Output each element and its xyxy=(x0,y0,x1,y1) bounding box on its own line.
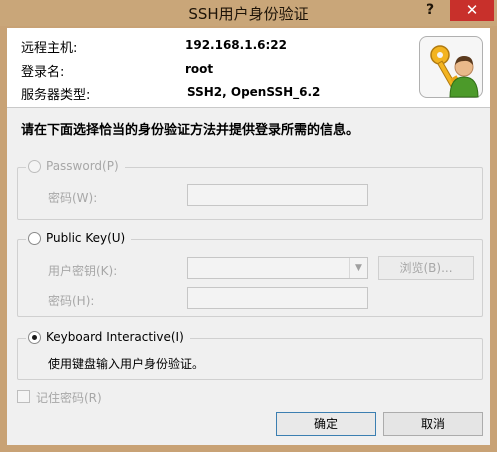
cancel-button[interactable]: 取消 xyxy=(383,412,483,436)
user-key-label: 用户密钥(K): xyxy=(48,264,118,278)
chevron-down-icon: ▼ xyxy=(349,258,367,278)
user-key-select[interactable]: ▼ xyxy=(187,257,368,279)
server-type-label: 服务器类型: xyxy=(21,88,91,103)
user-key-icon xyxy=(419,36,483,98)
password-radio-label: Password(P) xyxy=(46,159,119,173)
password-field-label: 密码(W): xyxy=(48,191,98,205)
radio-button xyxy=(28,159,41,173)
help-button[interactable]: ? xyxy=(415,0,445,22)
connection-info-panel: 远程主机: 192.168.1.6:22 登录名: root 服务器类型: SS… xyxy=(7,28,490,108)
remember-password-label: 记住密码(R) xyxy=(36,391,102,405)
public-key-radio[interactable]: Public Key(U) xyxy=(26,231,132,245)
remember-password-checkbox[interactable]: 记住密码(R) xyxy=(17,389,137,405)
login-name-label: 登录名: xyxy=(21,65,65,80)
keyboard-interactive-description: 使用键盘输入用户身份验证。 xyxy=(48,357,205,371)
ok-button[interactable]: 确定 xyxy=(276,412,376,436)
browse-button[interactable]: 浏览(B)... xyxy=(378,256,474,280)
checkbox xyxy=(17,390,30,403)
key-password-input[interactable] xyxy=(187,287,368,309)
instruction-text: 请在下面选择恰当的身份验证方法并提供登录所需的信息。 xyxy=(21,123,360,138)
server-type-value: SSH2, OpenSSH_6.2 xyxy=(187,85,321,99)
close-icon: ✕ xyxy=(465,1,479,19)
remote-host-value: 192.168.1.6:22 xyxy=(185,38,287,52)
dialog-body: 远程主机: 192.168.1.6:22 登录名: root 服务器类型: SS… xyxy=(7,28,490,445)
login-name-value: root xyxy=(185,62,214,76)
title-bar: SSH用户身份验证 ? ✕ xyxy=(0,0,497,26)
password-group: Password(P) 密码(W): xyxy=(17,159,483,220)
remote-host-label: 远程主机: xyxy=(21,41,78,56)
public-key-radio-label: Public Key(U) xyxy=(46,231,126,245)
close-button[interactable]: ✕ xyxy=(450,0,494,21)
keyboard-interactive-group: Keyboard Interactive(I) 使用键盘输入用户身份验证。 xyxy=(17,330,483,380)
keyboard-interactive-radio[interactable]: Keyboard Interactive(I) xyxy=(26,330,190,344)
radio-button xyxy=(28,330,41,344)
password-input[interactable] xyxy=(187,184,368,206)
radio-button xyxy=(28,231,41,245)
public-key-group: Public Key(U) 用户密钥(K): ▼ 浏览(B)... 密码(H): xyxy=(17,231,483,317)
keyboard-interactive-radio-label: Keyboard Interactive(I) xyxy=(46,330,184,344)
password-radio[interactable]: Password(P) xyxy=(26,159,125,173)
key-password-label: 密码(H): xyxy=(48,294,95,308)
